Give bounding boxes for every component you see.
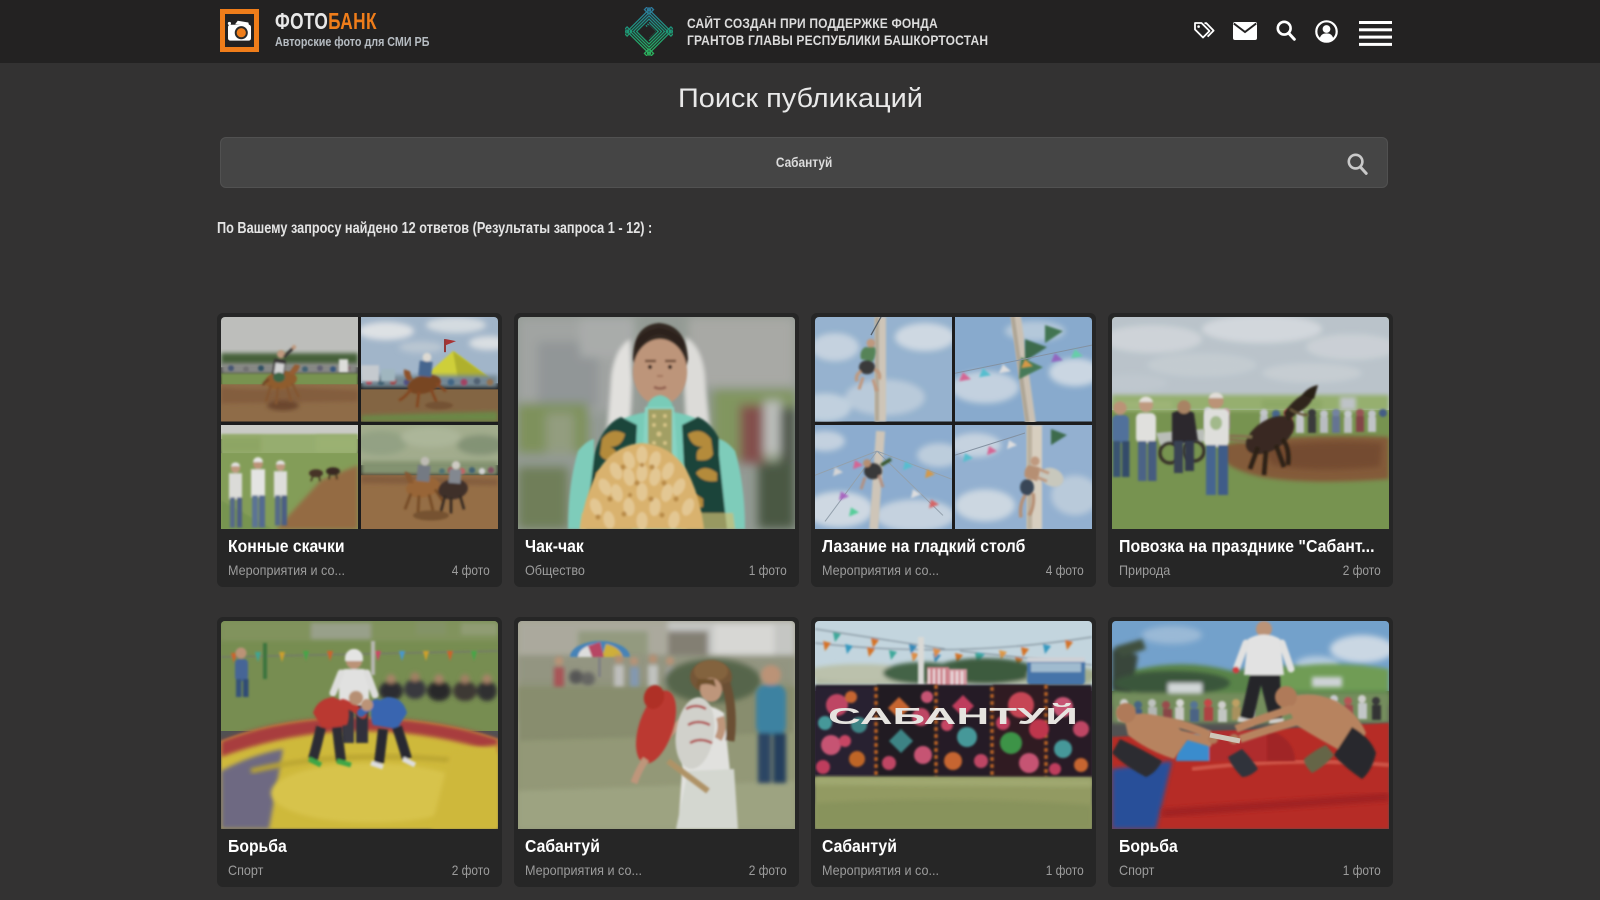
svg-text:САБАНТУЙ: САБАНТУЙ [828,702,1078,729]
